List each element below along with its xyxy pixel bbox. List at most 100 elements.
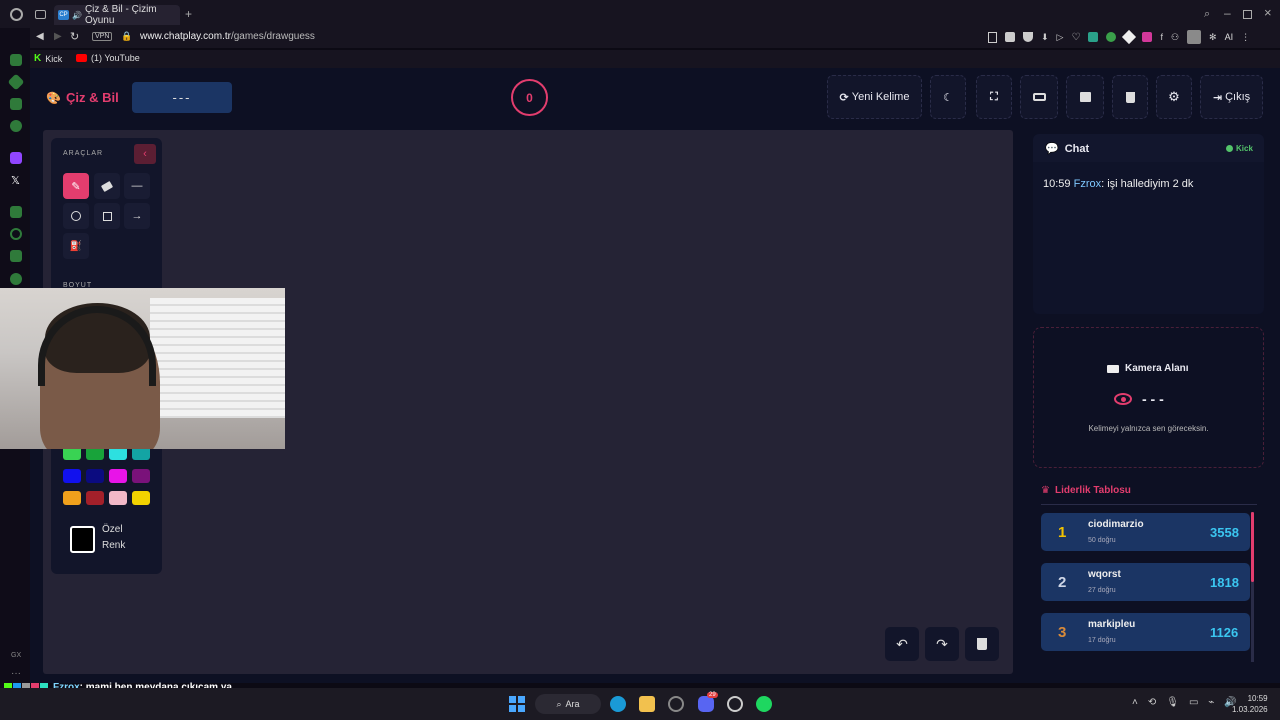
new-word-button[interactable]: ⟳ Yeni Kelime bbox=[827, 75, 922, 119]
file-explorer-icon[interactable] bbox=[639, 696, 655, 712]
lock-icon[interactable]: 🔒 bbox=[121, 31, 132, 42]
color-palette bbox=[63, 446, 155, 506]
settings-sidebar-icon[interactable] bbox=[10, 273, 22, 285]
sidebar-control-icon[interactable] bbox=[10, 54, 22, 66]
bookmark-icon[interactable] bbox=[988, 32, 997, 43]
play-icon[interactable]: ▷ bbox=[1057, 32, 1064, 44]
refresh-icon: ⟳ bbox=[839, 91, 849, 104]
archive-icon bbox=[1079, 92, 1091, 102]
url-field[interactable]: www.chatplay.com.tr/games/drawguess bbox=[140, 31, 315, 42]
rectangle-tool[interactable] bbox=[94, 203, 120, 229]
menu-kebab-icon[interactable]: ⋮ bbox=[1241, 32, 1250, 44]
ext-grid-icon[interactable]: ✻ bbox=[1209, 32, 1217, 44]
dark-mode-button[interactable]: ☾ bbox=[930, 75, 966, 119]
chevron-left-icon: ‹ bbox=[143, 148, 147, 160]
ext-green-icon[interactable] bbox=[1106, 32, 1117, 42]
color-swatch[interactable] bbox=[132, 491, 150, 506]
tab-active[interactable]: CP 🔊 Çiz & Bil - Çizim Oyunu bbox=[54, 4, 180, 26]
sidebar-gx-icon[interactable] bbox=[7, 73, 25, 91]
eraser-tool[interactable] bbox=[94, 173, 120, 199]
ext-diamond-icon[interactable] bbox=[1122, 29, 1137, 45]
color-swatch[interactable] bbox=[63, 491, 81, 506]
fill-tool[interactable]: ⛽ bbox=[63, 233, 89, 259]
ext-people-icon[interactable]: ⚇ bbox=[1171, 32, 1179, 44]
tray-app-icon[interactable]: ⟲ bbox=[1148, 697, 1156, 708]
color-swatch[interactable] bbox=[86, 468, 104, 483]
custom-color-swatch[interactable] bbox=[70, 526, 95, 553]
search-tabs-icon[interactable]: ⌕ bbox=[1204, 8, 1210, 21]
undo-button[interactable]: ↶ bbox=[885, 627, 919, 661]
color-swatch[interactable] bbox=[86, 491, 104, 506]
exit-button[interactable]: ⇥ Çıkış bbox=[1200, 75, 1263, 119]
sidebar-extension-icon[interactable] bbox=[10, 250, 22, 262]
circle-tool[interactable] bbox=[63, 203, 89, 229]
maximize-button[interactable] bbox=[1243, 10, 1252, 19]
arrow-tool[interactable]: → bbox=[124, 203, 150, 229]
eye-icon[interactable] bbox=[1114, 393, 1132, 405]
clear-canvas-button[interactable] bbox=[965, 627, 999, 661]
x-twitter-icon[interactable]: 𝕏 bbox=[11, 174, 20, 187]
history-icon[interactable] bbox=[10, 228, 22, 240]
edge-icon[interactable] bbox=[610, 696, 626, 712]
sidebar-cleaner-icon[interactable] bbox=[10, 98, 22, 110]
color-swatch[interactable] bbox=[63, 468, 81, 483]
network-icon[interactable]: ⌁ bbox=[1208, 697, 1214, 708]
app-logo[interactable]: 🎨 Çiz & Bil bbox=[46, 90, 119, 105]
taskbar-search[interactable]: ⌕ Ara bbox=[535, 694, 601, 714]
discord-icon[interactable] bbox=[698, 696, 714, 712]
gx-label: GX bbox=[11, 652, 22, 659]
back-icon[interactable]: ◀ bbox=[36, 31, 44, 42]
opera-logo-icon[interactable] bbox=[10, 8, 23, 21]
heart-icon[interactable]: ♡ bbox=[1071, 32, 1080, 44]
sidebar-tool-icon[interactable] bbox=[10, 206, 22, 218]
collapse-panel-button[interactable]: ‹ bbox=[134, 144, 156, 164]
camera-area-hint: Kelimeyi yalnızca sen göreceksin. bbox=[1088, 424, 1209, 433]
twitch-icon[interactable] bbox=[10, 152, 22, 164]
bookmark-youtube[interactable]: (1) YouTube bbox=[76, 53, 140, 63]
redo-button[interactable]: ↷ bbox=[925, 627, 959, 661]
bookmark-kick-label: Kick bbox=[45, 53, 63, 64]
tabs-menu-icon[interactable] bbox=[35, 10, 46, 19]
ext-bm-icon[interactable] bbox=[1088, 32, 1099, 42]
minimize-button[interactable]: – bbox=[1224, 6, 1231, 20]
leaderboard-score: 1126 bbox=[1210, 625, 1239, 640]
spotify-icon[interactable] bbox=[756, 696, 772, 712]
speaker-icon: 🔊 bbox=[71, 10, 82, 20]
vpn-badge[interactable]: VPN bbox=[92, 32, 113, 41]
fullscreen-button[interactable]: ⛶ bbox=[976, 75, 1012, 119]
chat-source-badge: Kick bbox=[1226, 144, 1253, 153]
keyboard-button[interactable] bbox=[1020, 75, 1058, 119]
color-swatch[interactable] bbox=[109, 468, 127, 483]
bookmark-kick[interactable]: K Kick bbox=[34, 53, 62, 64]
color-swatch[interactable] bbox=[109, 491, 127, 506]
download-icon[interactable]: ⬇ bbox=[1041, 32, 1049, 44]
leaderboard-name: wqorst bbox=[1088, 569, 1121, 580]
opera-gx-icon[interactable] bbox=[668, 696, 684, 712]
forward-icon[interactable]: ▶ bbox=[54, 31, 62, 42]
ext-pink-icon[interactable] bbox=[1142, 32, 1153, 42]
ai-label[interactable]: AI bbox=[1225, 32, 1234, 44]
ext-f-icon[interactable]: f bbox=[1160, 32, 1163, 44]
custom-color-label[interactable]: Özel Renk bbox=[102, 522, 125, 554]
sidebar-network-icon[interactable] bbox=[10, 120, 22, 132]
opera-icon[interactable] bbox=[727, 696, 743, 712]
close-window-button[interactable]: × bbox=[1264, 5, 1272, 20]
line-tool[interactable]: — bbox=[124, 173, 150, 199]
brush-tool[interactable]: ✎ bbox=[63, 173, 89, 199]
ext-avatar-icon[interactable] bbox=[1187, 30, 1202, 44]
reload-icon[interactable]: ↻ bbox=[70, 30, 79, 43]
shield-icon[interactable] bbox=[1023, 32, 1033, 42]
camera-ext-icon[interactable] bbox=[1005, 32, 1015, 42]
microphone-icon[interactable]: 🎙 bbox=[1166, 697, 1179, 708]
taskbar-clock[interactable]: 10:59 1.03.2026 bbox=[1232, 693, 1268, 715]
leaderboard-scroll-thumb[interactable] bbox=[1251, 512, 1254, 582]
settings-button[interactable]: ⚙ bbox=[1156, 75, 1192, 119]
archive-button[interactable] bbox=[1066, 75, 1104, 119]
new-tab-button[interactable]: + bbox=[185, 7, 192, 21]
color-swatch[interactable] bbox=[132, 468, 150, 483]
delete-button[interactable] bbox=[1112, 75, 1148, 119]
display-icon[interactable]: ▭ bbox=[1189, 697, 1198, 708]
more-icon[interactable]: ··· bbox=[11, 668, 21, 679]
chevron-up-icon[interactable]: ˄ bbox=[1132, 697, 1138, 708]
windows-start-icon[interactable] bbox=[509, 696, 525, 712]
